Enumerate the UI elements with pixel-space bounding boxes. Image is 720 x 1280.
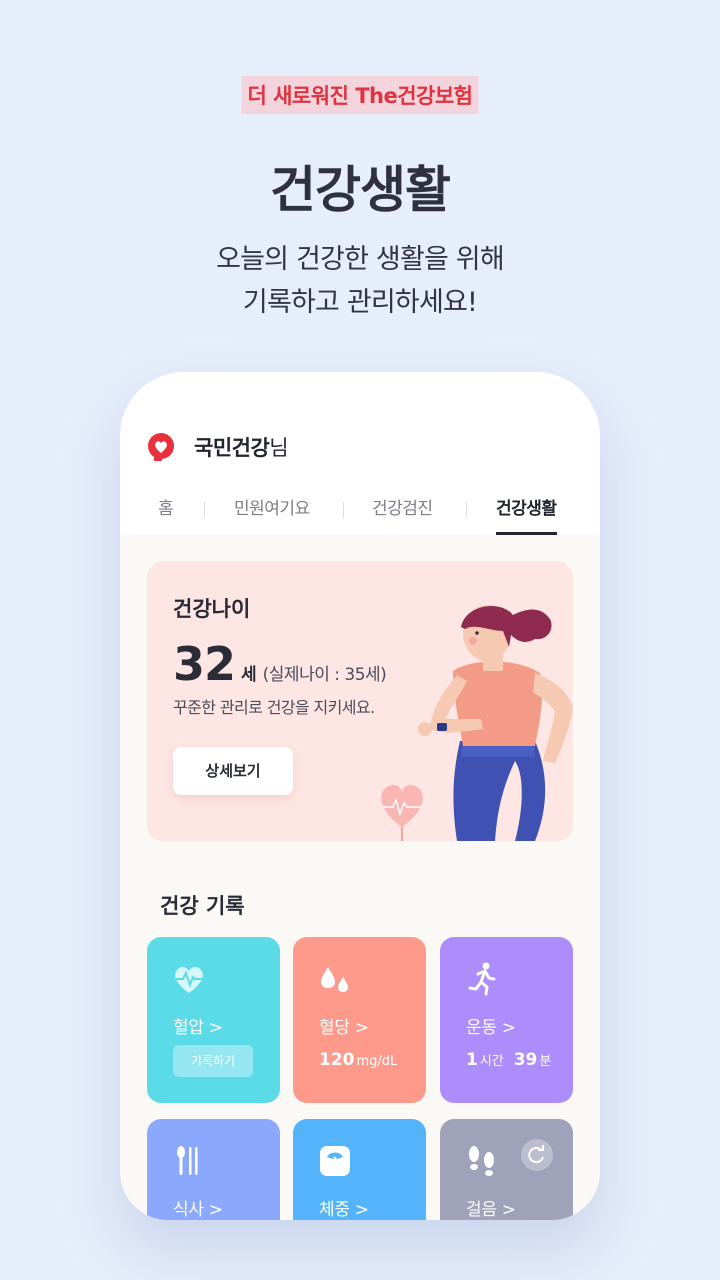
tab-civil-service[interactable]: 민원여기요 [234, 494, 310, 535]
detail-button[interactable]: 상세보기 [173, 747, 293, 795]
exercise-hours-unit: 시간 [479, 1054, 504, 1069]
app-header: 국민건강 님 홈 민원여기요 건강검진 건강생활 [120, 372, 600, 535]
footsteps-icon [469, 1146, 494, 1176]
blood-sugar-tile[interactable]: 혈당 > 120 mg/dL [293, 937, 426, 1103]
blood-sugar-value: 120 [319, 1050, 355, 1070]
health-age-unit: 세 [241, 665, 257, 685]
tab-divider [466, 502, 467, 518]
steps-tile[interactable]: 걸음 > [440, 1119, 573, 1220]
exercise-minutes-unit: 분 [539, 1054, 552, 1069]
exercise-minutes: 39 [513, 1050, 538, 1070]
health-age-title: 건강나이 [173, 597, 251, 621]
scale-icon [320, 1146, 350, 1176]
tab-divider [204, 502, 205, 518]
exercise-value-row: 1 시간 39 분 [466, 1050, 555, 1070]
heart-pulse-icon [175, 967, 203, 993]
steps-label: 걸음 > [466, 1200, 516, 1220]
weight-tile[interactable]: 체중 > [293, 1119, 426, 1220]
promo-subline: 오늘의 건강한 생활을 위해 기록하고 관리하세요! [0, 238, 720, 324]
tab-divider [343, 502, 344, 518]
health-age-card: 건강나이 32 세 (실제나이 : 35세) 꾸준한 관리로 건강을 지키세요.… [147, 561, 573, 841]
meal-label: 식사 > [173, 1200, 223, 1220]
exercise-label: 운동 > [466, 1018, 516, 1038]
refresh-icon [528, 1145, 544, 1164]
brand-logo-icon [148, 433, 174, 461]
health-age-description: 꾸준한 관리로 건강을 지키세요. [173, 698, 375, 717]
promo-headline: 건강생활 [270, 161, 451, 219]
exercise-tile[interactable]: 운동 > 1 시간 39 분 [440, 937, 573, 1103]
blood-sugar-label: 혈당 > [319, 1018, 369, 1038]
blood-pressure-tile[interactable]: 혈압 > 기록하기 [147, 937, 280, 1103]
user-name: 국민건강 [194, 436, 270, 460]
tab-home[interactable]: 홈 [158, 494, 174, 535]
weight-label: 체중 > [319, 1200, 369, 1220]
blood-drop-icon [321, 967, 348, 992]
promo-subline-2: 기록하고 관리하세요! [242, 287, 478, 318]
real-age-text: (실제나이 : 35세) [262, 665, 387, 685]
running-icon [468, 962, 496, 996]
record-button[interactable]: 기록하기 [173, 1045, 253, 1077]
blood-sugar-unit: mg/dL [356, 1054, 398, 1069]
meal-tile[interactable]: 식사 > [147, 1119, 280, 1220]
phone-mockup: 국민건강 님 홈 민원여기요 건강검진 건강생활 건강나이 32 세 (실제나이… [120, 372, 600, 1220]
health-age-value: 32 [173, 637, 236, 691]
health-age-row: 32 세 (실제나이 : 35세) [173, 637, 387, 691]
exercise-hours: 1 [466, 1050, 478, 1070]
blood-pressure-label: 혈압 > [173, 1018, 223, 1038]
user-greeting: 국민건강 님 [146, 432, 289, 462]
heart-illustration-icon [381, 784, 423, 841]
health-records-title: 건강 기록 [160, 894, 245, 918]
promo-tag: 더 새로워진 The건강보험 [241, 76, 479, 114]
tab-health-life[interactable]: 건강생활 [496, 494, 557, 535]
fork-knife-icon [177, 1146, 198, 1175]
runner-illustration [381, 605, 573, 841]
tab-bar: 홈 민원여기요 건강검진 건강생활 [120, 490, 600, 535]
user-suffix: 님 [269, 436, 289, 460]
blood-sugar-value-row: 120 mg/dL [319, 1050, 401, 1070]
promo-subline-1: 오늘의 건강한 생활을 위해 [216, 244, 505, 275]
refresh-button[interactable] [521, 1139, 553, 1171]
tab-health-checkup[interactable]: 건강검진 [372, 494, 433, 535]
